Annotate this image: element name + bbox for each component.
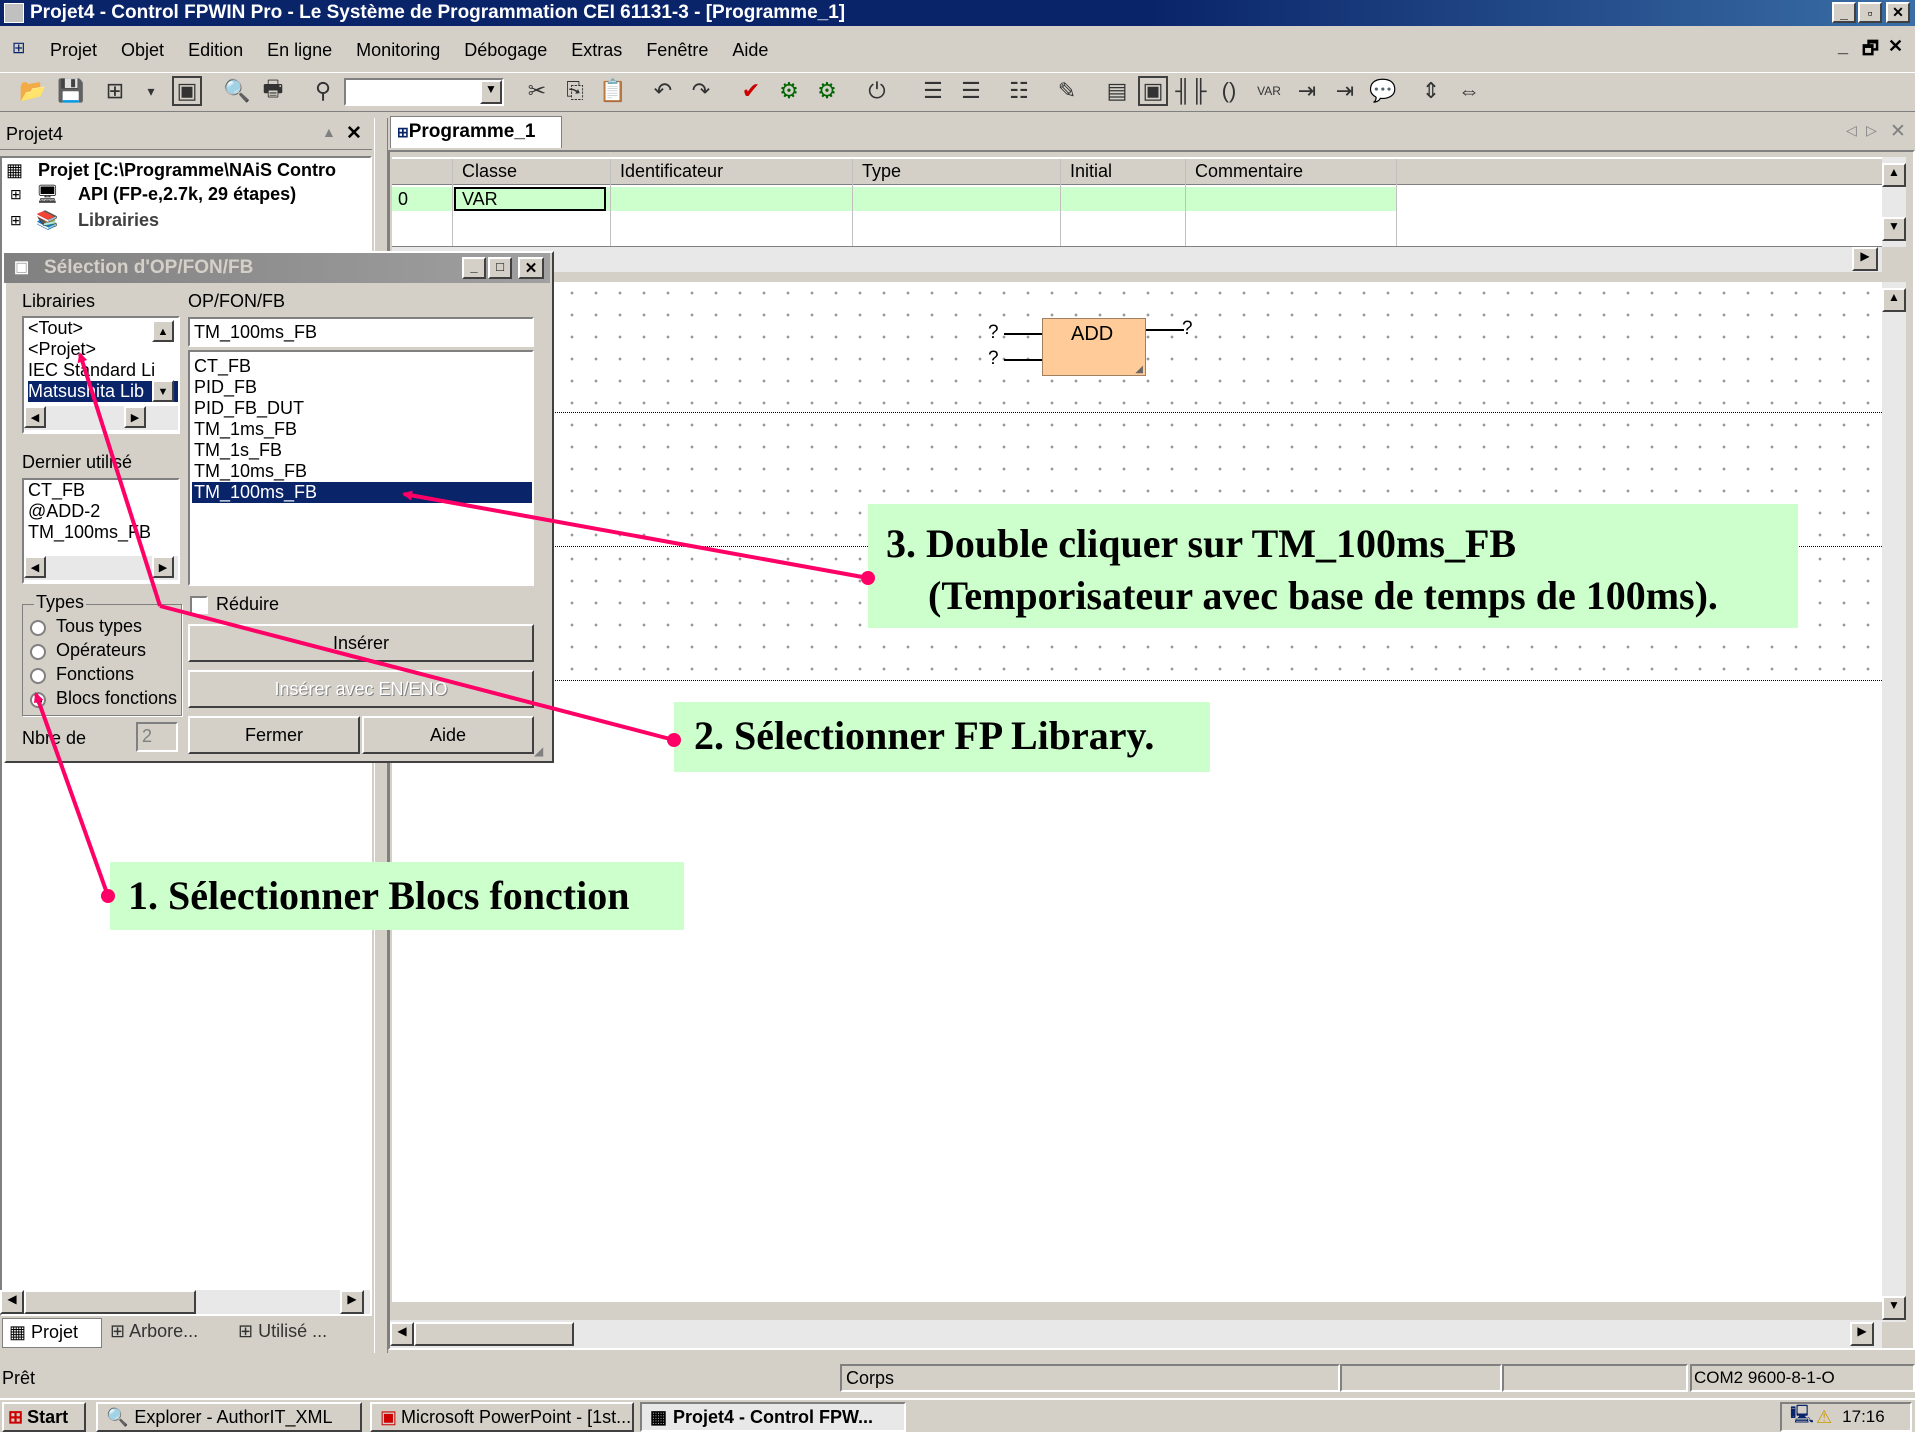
taskbar: ⊞ Start 🔍 Explorer - AuthorIT_XML ▣ Microso… [0,1398,1915,1432]
network-icon[interactable]: 🖳 [1790,1404,1814,1430]
taskbar-item-fpwin[interactable]: ▦ Projet4 - Control FPW... [640,1402,906,1432]
taskbar-item-powerpoint[interactable]: ▣ Microsoft PowerPoint - [1st... [370,1402,634,1432]
taskbar-item-explorer[interactable]: 🔍 Explorer - AuthorIT_XML [96,1402,362,1432]
fpwin-icon: ▦ [650,1406,668,1427]
arrow-step-2 [77,352,681,747]
start-label: Start [27,1406,69,1427]
clock: 17:16 [1842,1407,1885,1426]
start-button[interactable]: ⊞ Start [2,1402,86,1432]
arrow-step-3 [402,490,875,585]
system-tray: 🖳 ⚠ 17:16 [1780,1402,1912,1432]
taskbar-item-label: Microsoft PowerPoint - [1st... [401,1406,632,1427]
powerpoint-icon: ▣ [380,1406,398,1427]
windows-logo-icon: ⊞ [8,1406,24,1427]
arrow-step-1 [33,692,115,903]
annotation-arrows [33,352,875,903]
taskbar-item-label: Explorer - AuthorIT_XML [134,1406,333,1427]
warning-icon[interactable]: ⚠ [1816,1407,1832,1428]
taskbar-item-label: Projet4 - Control FPW... [673,1406,874,1427]
explorer-icon: 🔍 [106,1406,129,1427]
